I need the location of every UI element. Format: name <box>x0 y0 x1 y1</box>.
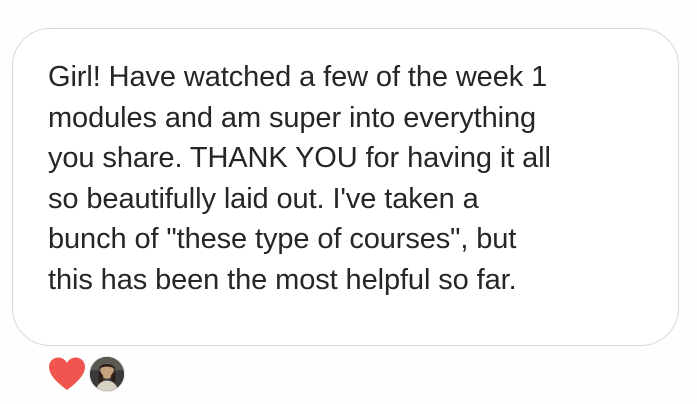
avatar[interactable] <box>89 356 125 392</box>
message-line: bunch of "these type of courses", but <box>48 223 517 255</box>
message-line: modules and am super into everything <box>48 101 537 134</box>
message-text: Girl! Have watched a few of the week 1 m… <box>48 57 668 300</box>
message-line: you share. THANK YOU for having it all <box>48 142 551 174</box>
message-screen: Girl! Have watched a few of the week 1 m… <box>0 0 697 404</box>
heart-icon[interactable] <box>47 356 87 392</box>
message-line: so beautifully laid out. I've taken a <box>48 182 479 215</box>
message-line: Girl! Have watched a few of the week 1 <box>48 61 548 93</box>
message-line: this has been the most helpful so far. <box>48 263 517 296</box>
reactions-row[interactable] <box>47 356 125 392</box>
